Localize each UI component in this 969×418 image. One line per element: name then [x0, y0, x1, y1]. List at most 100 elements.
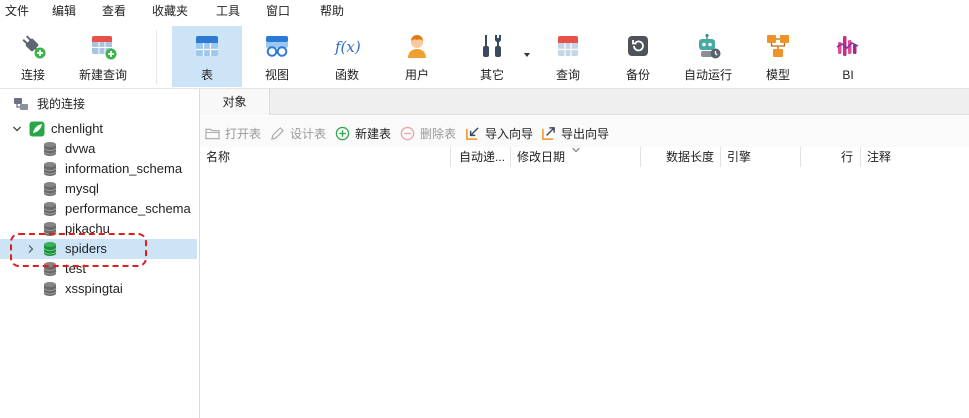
tree-database-label: information_schema	[65, 161, 183, 176]
import-wizard-label: 导入向导	[485, 126, 534, 141]
tree-database-item[interactable]: test	[0, 259, 197, 279]
toolbar-table-button[interactable]: 表	[172, 26, 242, 87]
toolbar-table-label: 表	[200, 68, 213, 82]
column-header-label: 注释	[867, 150, 892, 164]
tree-database-item-selected[interactable]: spiders	[0, 239, 197, 259]
tree-database-item[interactable]: pikachu	[0, 219, 197, 239]
tree-database-item[interactable]: mysql	[0, 179, 197, 199]
delete-table-button[interactable]: 删除表	[400, 116, 456, 150]
main-toolbar: 连接 新建查询 表 视图 f(x) 函数 用户 其它 查询 备份 自动运行 模型…	[0, 22, 969, 89]
toolbar-separator	[156, 30, 157, 84]
object-list-header: 名称 自动递... 修改日期 数据长度 引擎 行 注释	[200, 147, 969, 167]
add-circle-icon	[335, 126, 350, 140]
table-icon	[196, 36, 218, 56]
backup-icon	[628, 36, 648, 56]
menu-window[interactable]: 窗口	[266, 0, 290, 22]
database-icon	[43, 222, 57, 236]
plug-icon	[22, 35, 46, 59]
menu-favorites[interactable]: 收藏夹	[152, 0, 188, 22]
open-table-button[interactable]: 打开表	[205, 116, 261, 150]
database-open-icon	[43, 242, 57, 256]
import-wizard-button[interactable]: 导入向导	[465, 116, 533, 150]
toolbar-function-button[interactable]: f(x) 函数	[312, 26, 382, 87]
toolbar-connect-label: 连接	[20, 68, 45, 82]
column-header-label: 引擎	[727, 150, 752, 164]
menu-bar: 文件 编辑 查看 收藏夹 工具 窗口 帮助	[0, 0, 969, 22]
new-table-label: 新建表	[355, 126, 392, 141]
tree-database-item[interactable]: dvwa	[0, 139, 197, 159]
database-icon	[43, 182, 57, 196]
toolbar-automation-label: 自动运行	[683, 68, 732, 82]
tree-root-my-connections[interactable]: 我的连接	[0, 94, 197, 114]
object-toolbar: 打开表 设计表 新建表 删除表 导入向导 导出向导	[200, 116, 969, 150]
column-header-rows[interactable]: 行	[800, 147, 860, 167]
tree-database-item[interactable]: xsspingtai	[0, 279, 197, 299]
new-query-icon	[92, 36, 117, 60]
model-icon	[767, 35, 789, 57]
column-header-label: 名称	[206, 150, 231, 164]
import-icon	[466, 126, 479, 140]
open-table-label: 打开表	[225, 126, 262, 141]
toolbar-bi-button[interactable]: BI	[813, 26, 883, 87]
other-dropdown-arrow-icon[interactable]	[524, 53, 530, 57]
column-header-modified-date[interactable]: 修改日期	[510, 147, 640, 167]
toolbar-user-button[interactable]: 用户	[382, 26, 452, 87]
toolbar-backup-button[interactable]: 备份	[603, 26, 673, 87]
function-icon-glyph: f(x)	[334, 38, 361, 56]
mysql-connection-icon	[29, 121, 45, 137]
tree-database-item[interactable]: information_schema	[0, 159, 197, 179]
pencil-icon	[271, 126, 284, 140]
folder-icon	[205, 128, 220, 139]
delete-table-label: 删除表	[420, 126, 457, 141]
view-icon	[266, 36, 288, 57]
tree-database-item[interactable]: performance_schema	[0, 199, 197, 219]
design-table-label: 设计表	[290, 126, 327, 141]
toolbar-model-label: 模型	[765, 68, 790, 82]
column-header-label: 自动递...	[459, 150, 506, 164]
toolbar-user-label: 用户	[404, 68, 429, 82]
menu-help[interactable]: 帮助	[320, 0, 344, 22]
new-table-button[interactable]: 新建表	[335, 116, 391, 150]
export-wizard-button[interactable]: 导出向导	[541, 116, 609, 150]
toolbar-query-button[interactable]: 查询	[533, 26, 603, 87]
menu-file[interactable]: 文件	[5, 0, 29, 22]
column-header-auto-increment[interactable]: 自动递...	[450, 147, 510, 167]
robot-icon	[699, 33, 721, 59]
chevron-right-icon[interactable]	[26, 244, 36, 254]
database-icon	[43, 142, 57, 156]
toolbar-connect-button[interactable]: 连接	[0, 26, 68, 87]
tab-objects[interactable]: 对象	[200, 89, 270, 115]
toolbar-view-button[interactable]: 视图	[242, 26, 312, 87]
toolbar-function-label: 函数	[334, 68, 359, 82]
object-list-body[interactable]	[200, 167, 969, 418]
toolbar-model-button[interactable]: 模型	[743, 26, 813, 87]
tree-database-label: xsspingtai	[65, 281, 123, 296]
toolbar-bi-label: BI	[842, 68, 854, 82]
toolbar-new-query-button[interactable]: 新建查询	[68, 26, 138, 87]
remove-circle-icon	[400, 126, 415, 140]
tree-root-label: 我的连接	[37, 97, 86, 111]
column-header-data-length[interactable]: 数据长度	[640, 147, 720, 167]
toolbar-automation-button[interactable]: 自动运行	[673, 26, 743, 87]
column-header-engine[interactable]: 引擎	[720, 147, 800, 167]
column-header-comment[interactable]: 注释	[860, 147, 969, 167]
column-header-label: 修改日期	[517, 150, 566, 164]
export-icon	[542, 126, 555, 140]
column-header-label: 数据长度	[665, 150, 714, 164]
query-icon	[558, 36, 578, 56]
column-header-name[interactable]: 名称	[200, 147, 450, 167]
column-header-label: 行	[840, 150, 853, 164]
menu-view[interactable]: 查看	[102, 0, 126, 22]
tree-connection-chenlight[interactable]: chenlight	[0, 119, 197, 139]
toolbar-other-button[interactable]: 其它	[457, 26, 527, 87]
chevron-down-icon[interactable]	[12, 124, 22, 134]
design-table-button[interactable]: 设计表	[270, 116, 326, 150]
tree-database-label: dvwa	[65, 141, 96, 156]
database-icon	[43, 262, 57, 276]
menu-tools[interactable]: 工具	[216, 0, 240, 22]
menu-edit[interactable]: 编辑	[52, 0, 76, 22]
database-icon	[43, 162, 57, 176]
export-wizard-label: 导出向导	[561, 126, 610, 141]
tab-bar: 对象	[200, 89, 969, 115]
sort-chevron-icon	[572, 147, 580, 153]
